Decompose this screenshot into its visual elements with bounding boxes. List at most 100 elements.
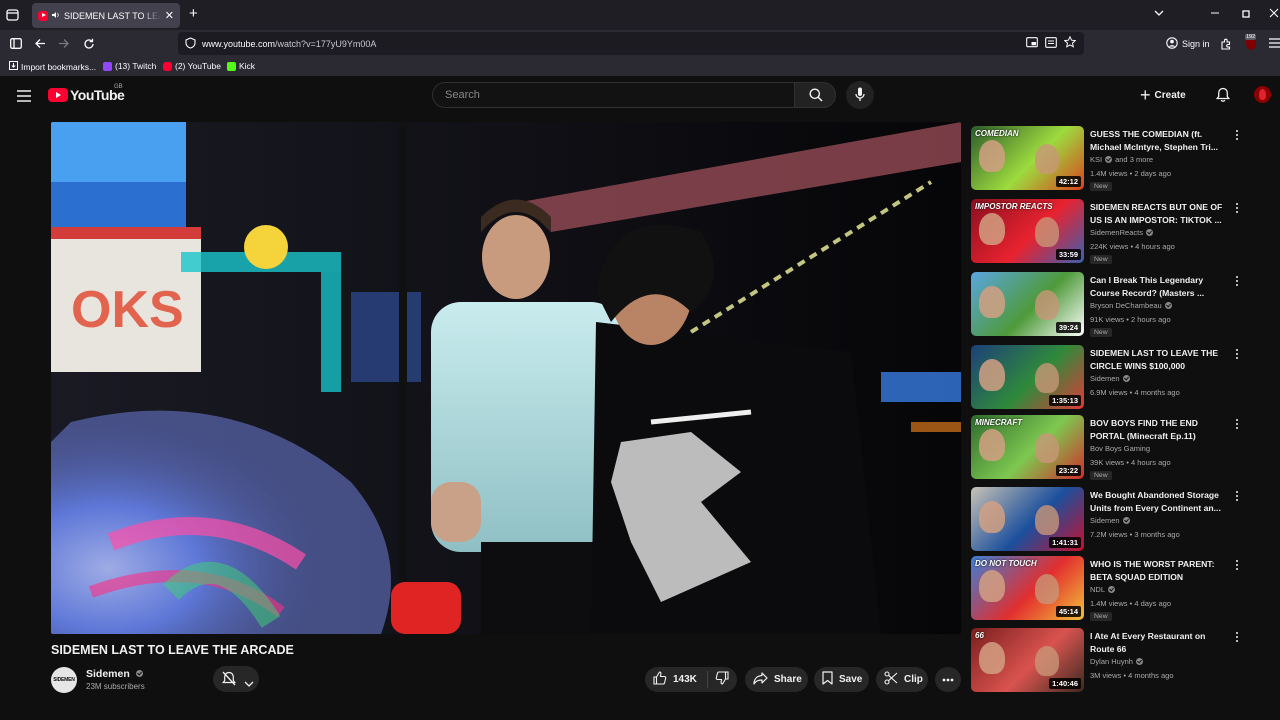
video-player[interactable]: OKS — [51, 122, 961, 634]
clip-label: Clip — [904, 674, 923, 685]
more-vertical-icon[interactable] — [1232, 630, 1242, 644]
related-video-item[interactable]: 66 1:40:46 I Ate At Every Restaurant on … — [970, 628, 1250, 694]
minimize-icon[interactable] — [1210, 8, 1220, 20]
speaker-icon[interactable] — [52, 11, 60, 21]
more-vertical-icon[interactable] — [1232, 201, 1242, 215]
tab-list-icon[interactable] — [6, 9, 19, 23]
related-video-title[interactable]: We Bought Abandoned Storage Units from E… — [1090, 489, 1228, 515]
more-vertical-icon[interactable] — [1232, 489, 1242, 503]
subscription-notification-button[interactable] — [213, 666, 259, 692]
video-duration: 45:14 — [1055, 606, 1081, 617]
verified-icon — [1164, 302, 1172, 309]
voice-search-button[interactable] — [846, 81, 874, 109]
url-host: www.youtube.com — [202, 38, 276, 49]
thumbnail-face — [1035, 646, 1059, 676]
related-video-title[interactable]: SIDEMEN LAST TO LEAVE THE CIRCLE WINS $1… — [1090, 347, 1228, 373]
share-button[interactable]: Share — [745, 667, 808, 692]
extensions-icon[interactable] — [1220, 38, 1232, 52]
view-count: 91K views — [1090, 315, 1125, 324]
sidebar-toggle-icon[interactable] — [10, 38, 22, 51]
microphone-icon — [855, 87, 865, 108]
upload-age: 4 months ago — [1128, 671, 1174, 680]
forward-icon[interactable] — [58, 38, 70, 51]
related-video-title[interactable]: GUESS THE COMEDIAN (ft. Michael McIntyre… — [1090, 128, 1228, 154]
related-video-item[interactable]: 1:35:13 SIDEMEN LAST TO LEAVE THE CIRCLE… — [970, 345, 1250, 411]
bookmark-twitch[interactable]: (13) Twitch — [103, 61, 156, 71]
plus-icon: + — [1140, 85, 1151, 105]
search-input[interactable]: Search — [432, 82, 794, 108]
related-video-item[interactable]: 1:41:31 We Bought Abandoned Storage Unit… — [970, 487, 1250, 553]
list-all-tabs-icon[interactable] — [1154, 8, 1164, 20]
active-tab[interactable]: SIDEMEN LAST TO LEAVE THE ARCADE ✕ — [32, 3, 180, 28]
new-tab-icon[interactable]: + — [189, 6, 198, 21]
like-button[interactable]: 143K — [645, 671, 707, 688]
more-vertical-icon[interactable] — [1232, 274, 1242, 288]
related-video-title[interactable]: I Ate At Every Restaurant on Route 66 — [1090, 630, 1228, 656]
bookmark-import[interactable]: Import bookmarks... — [9, 61, 96, 72]
more-vertical-icon[interactable] — [1232, 347, 1242, 361]
bookmark-kick[interactable]: Kick — [227, 61, 255, 71]
clip-button[interactable]: Clip — [876, 667, 928, 692]
related-video-item[interactable]: DO NOT TOUCH 45:14 WHO IS THE WORST PARE… — [970, 556, 1250, 622]
sign-in-button[interactable]: Sign in — [1166, 37, 1210, 51]
related-channel[interactable]: Sidemen — [1090, 516, 1130, 525]
related-channel[interactable]: SidemenReacts — [1090, 228, 1153, 237]
video-thumbnail[interactable]: MINECRAFT 23:22 — [971, 415, 1084, 479]
reader-view-icon[interactable] — [1045, 37, 1057, 50]
related-channel[interactable]: Dylan Huynh — [1090, 657, 1143, 666]
bookmark-star-icon[interactable] — [1063, 35, 1077, 50]
account-icon — [1166, 37, 1178, 51]
video-thumbnail[interactable]: 1:41:31 — [971, 487, 1084, 551]
more-vertical-icon[interactable] — [1232, 128, 1242, 142]
video-thumbnail[interactable]: COMEDIAN 42:12 — [971, 126, 1084, 190]
video-thumbnail[interactable]: 39:24 — [971, 272, 1084, 336]
related-video-title[interactable]: Can I Break This Legendary Course Record… — [1090, 274, 1228, 300]
related-channel[interactable]: NDL — [1090, 585, 1116, 594]
avatar[interactable] — [1254, 86, 1271, 103]
app-menu-icon[interactable] — [1269, 38, 1280, 50]
youtube-logo[interactable]: YouTube GB — [48, 84, 125, 103]
video-thumbnail[interactable]: IMPOSTOR REACTS 33:59 — [971, 199, 1084, 263]
channel-name[interactable]: Sidemen — [86, 668, 143, 680]
url-path: /watch?v=177yU9Ym00A — [275, 38, 377, 49]
bookmark-youtube[interactable]: (2) YouTube — [163, 61, 221, 71]
related-video-title[interactable]: BOV BOYS FIND THE END PORTAL (Minecraft … — [1090, 417, 1228, 443]
video-thumbnail[interactable]: DO NOT TOUCH 45:14 — [971, 556, 1084, 620]
related-channel[interactable]: Sidemen — [1090, 374, 1130, 383]
address-bar[interactable]: www.youtube.com/watch?v=177yU9Ym00A — [178, 32, 1084, 55]
related-video-item[interactable]: COMEDIAN 42:12 GUESS THE COMEDIAN (ft. M… — [970, 126, 1250, 192]
guide-menu-icon[interactable] — [17, 89, 31, 107]
svg-text:OKS: OKS — [71, 281, 184, 339]
related-channel-name: KSI — [1090, 155, 1103, 164]
verified-icon — [1122, 517, 1130, 524]
picture-in-picture-icon[interactable] — [1026, 37, 1038, 50]
channel-avatar[interactable]: SIDEMEN — [51, 667, 77, 693]
more-actions-button[interactable] — [935, 667, 961, 692]
related-channel[interactable]: Bov Boys Gaming — [1090, 444, 1150, 453]
video-duration: 1:35:13 — [1049, 395, 1081, 406]
back-icon[interactable] — [34, 38, 46, 51]
related-video-title[interactable]: WHO IS THE WORST PARENT: BETA SQUAD EDIT… — [1090, 558, 1228, 584]
more-vertical-icon[interactable] — [1232, 558, 1242, 572]
video-thumbnail[interactable]: 66 1:40:46 — [971, 628, 1084, 692]
related-channel[interactable]: Bryson DeChambeau — [1090, 301, 1172, 310]
related-channel[interactable]: KSI and 3 more — [1090, 155, 1153, 164]
tab-close-icon[interactable]: ✕ — [165, 9, 174, 22]
notifications-button[interactable] — [1215, 87, 1231, 108]
ublock-extension-icon[interactable]: 192 — [1244, 34, 1258, 51]
window-close-icon[interactable] — [1269, 8, 1279, 20]
related-video-item[interactable]: 39:24 Can I Break This Legendary Course … — [970, 272, 1250, 338]
restore-icon[interactable] — [1241, 9, 1251, 21]
create-button[interactable]: + Create — [1140, 85, 1186, 105]
site-info-icon[interactable] — [185, 37, 196, 51]
thumbnail-text: DO NOT TOUCH — [975, 559, 1037, 568]
more-vertical-icon[interactable] — [1232, 417, 1242, 431]
related-video-title[interactable]: SIDEMEN REACTS BUT ONE OF US IS AN IMPOS… — [1090, 201, 1228, 227]
related-video-item[interactable]: IMPOSTOR REACTS 33:59 SIDEMEN REACTS BUT… — [970, 199, 1250, 265]
save-button[interactable]: Save — [814, 667, 869, 692]
search-button[interactable] — [794, 82, 836, 108]
reload-icon[interactable] — [83, 38, 95, 52]
dislike-button[interactable] — [708, 671, 729, 688]
related-video-item[interactable]: MINECRAFT 23:22 BOV BOYS FIND THE END PO… — [970, 415, 1250, 481]
video-thumbnail[interactable]: 1:35:13 — [971, 345, 1084, 409]
